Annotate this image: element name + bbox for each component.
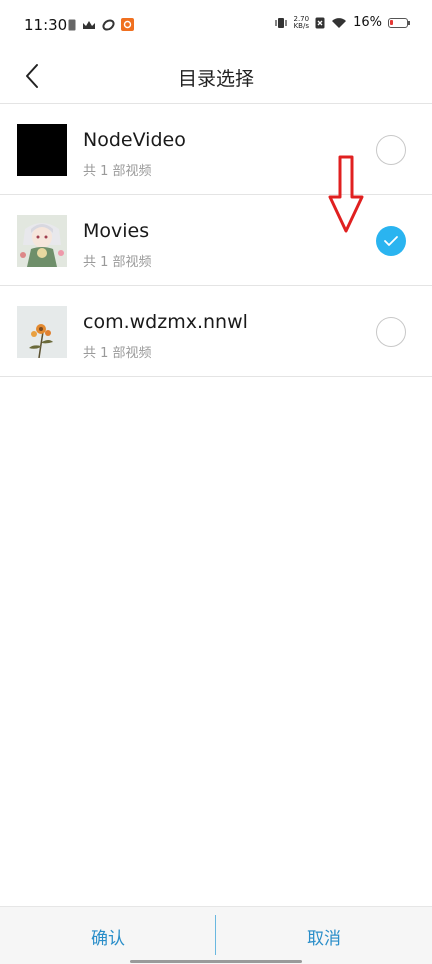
folder-row-com-wdzmx-nnwl[interactable]: com.wdzmx.nnwl 共 1 部视频	[0, 286, 432, 377]
net-speed: 2.70 KB/s	[293, 15, 310, 30]
folder-select-radio[interactable]	[376, 317, 406, 347]
folder-name: Movies	[83, 220, 150, 242]
status-system-icons: 2.70 KB/s 16%	[274, 15, 410, 30]
folder-thumbnail	[17, 215, 67, 267]
folder-name: NodeVideo	[83, 129, 186, 151]
folder-thumbnail	[17, 306, 67, 358]
wifi-icon	[332, 17, 347, 28]
status-notification-icons	[68, 18, 134, 31]
folder-video-count: 共 1 部视频	[83, 255, 152, 270]
bottom-action-bar: 确认 取消	[0, 906, 432, 964]
battery-fill	[390, 19, 393, 25]
folder-select-radio-checked[interactable]	[376, 226, 406, 256]
link-icon	[102, 18, 115, 31]
checkmark-icon	[384, 236, 398, 246]
folder-list: NodeVideo 共 1 部视频 Movies 共 1 部视频 com.wdz…	[0, 103, 432, 377]
folder-video-count: 共 1 部视频	[83, 346, 152, 361]
folder-video-count: 共 1 部视频	[83, 164, 152, 179]
header: 目录选择	[0, 52, 432, 102]
folder-row-movies[interactable]: Movies 共 1 部视频	[0, 195, 432, 286]
folder-select-radio[interactable]	[376, 135, 406, 165]
folder-thumbnail	[17, 124, 67, 176]
folder-row-nodevideo[interactable]: NodeVideo 共 1 部视频	[0, 104, 432, 195]
app-badge-icon	[121, 18, 134, 31]
sim-icon	[68, 19, 76, 30]
anime-thumbnail-image	[17, 215, 67, 267]
confirm-button[interactable]: 确认	[0, 907, 216, 964]
home-indicator[interactable]	[130, 960, 302, 963]
battery-icon	[388, 17, 410, 28]
status-time: 11:30	[24, 16, 68, 34]
net-speed-unit: KB/s	[293, 21, 309, 30]
annotation-down-arrow-icon	[328, 155, 364, 233]
status-bar: 11:30 2.70 KB/s 16%	[0, 0, 432, 52]
flower-thumbnail-image	[17, 306, 67, 358]
no-sim-icon	[315, 17, 325, 28]
crown-icon	[83, 20, 95, 29]
page-title: 目录选择	[177, 68, 254, 90]
battery-percent: 16%	[353, 15, 382, 30]
folder-name: com.wdzmx.nnwl	[83, 311, 248, 333]
cancel-button[interactable]: 取消	[216, 907, 432, 964]
vibrate-icon	[274, 17, 287, 28]
